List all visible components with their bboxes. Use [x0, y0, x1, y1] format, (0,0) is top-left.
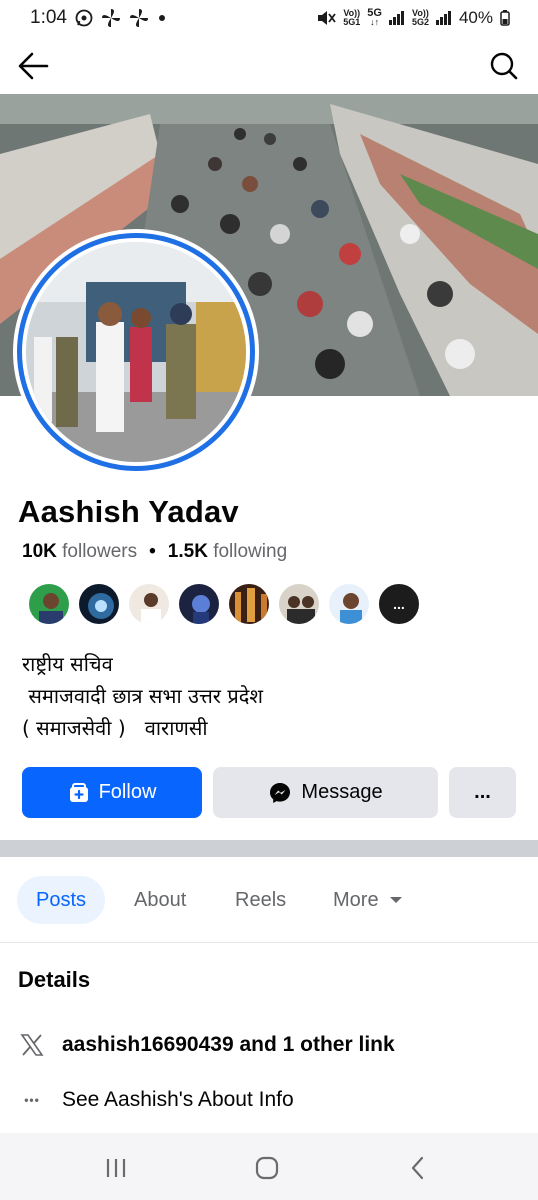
x-twitter-icon: [18, 1030, 46, 1060]
back-button[interactable]: [14, 46, 54, 86]
recents-button[interactable]: [101, 1153, 131, 1183]
follow-label: Follow: [98, 781, 157, 803]
friend-avatar[interactable]: [177, 582, 221, 626]
see-about-info-text: See Aashish's About Info: [62, 1088, 294, 1111]
volte-icon: Vo)) 5G1: [343, 9, 360, 27]
friend-avatar[interactable]: [227, 582, 271, 626]
friend-avatar[interactable]: [27, 582, 71, 626]
friend-avatar[interactable]: [127, 582, 171, 626]
following-link[interactable]: 1.5K following: [168, 541, 287, 563]
status-bar: 1:04 Vo)) 5G1 5G ↓↑ Vo)) 5G2 40%: [0, 0, 538, 36]
profile-name: Aashish Yadav: [18, 494, 239, 529]
data-arrows-label: ↓↑: [370, 17, 380, 27]
battery-level: 40%: [458, 8, 493, 27]
section-divider: [0, 840, 538, 857]
followers-link[interactable]: 10K followers: [22, 541, 137, 563]
home-icon: [255, 1156, 279, 1180]
mute-icon: [318, 11, 336, 25]
profile-tabs: Posts About Reels More: [0, 857, 538, 943]
messenger-icon: [270, 782, 291, 803]
profile-avatar[interactable]: [13, 229, 259, 475]
sim1-label: 5G1: [343, 17, 361, 27]
more-friends-label: ...: [393, 596, 405, 612]
tab-about[interactable]: About: [134, 876, 186, 924]
social-links-row[interactable]: aashish16690439 and 1 other link: [18, 1030, 395, 1060]
more-dots-icon: •••: [18, 1085, 46, 1115]
dot-icon: [158, 15, 165, 21]
top-nav: [0, 36, 538, 94]
more-friends-button[interactable]: ...: [377, 582, 421, 626]
pinwheel-icon: [129, 9, 148, 27]
signal-icon: [435, 11, 452, 25]
whatsapp-icon: [75, 9, 93, 27]
avatar-image: [26, 242, 246, 462]
tab-reels[interactable]: Reels: [235, 876, 286, 924]
friend-avatar[interactable]: [277, 582, 321, 626]
signal-icon: [388, 11, 405, 25]
details-heading: Details: [18, 967, 91, 992]
system-back-button[interactable]: [403, 1153, 433, 1183]
5g-icon: 5G ↓↑: [367, 8, 382, 27]
follow-button[interactable]: Follow: [22, 767, 202, 818]
tab-posts[interactable]: Posts: [17, 876, 105, 924]
chevron-left-icon: [411, 1156, 424, 1180]
pinwheel-icon: [101, 9, 120, 27]
see-about-info-row[interactable]: ••• See Aashish's About Info: [18, 1085, 294, 1115]
message-label: Message: [301, 781, 383, 803]
mutual-friends-row[interactable]: ...: [27, 582, 421, 626]
stats-separator: •: [149, 541, 156, 562]
more-options-button[interactable]: ...: [449, 767, 516, 818]
tab-more[interactable]: More: [333, 876, 403, 924]
friend-avatar[interactable]: [327, 582, 371, 626]
battery-icon: [500, 10, 510, 26]
system-nav-bar: [0, 1133, 538, 1200]
search-icon: [490, 52, 518, 80]
home-button[interactable]: [252, 1153, 282, 1183]
bio-line: ( समाजसेवी ) वाराणसी: [22, 716, 208, 740]
follow-stats: 10K followers • 1.5K following: [22, 541, 287, 563]
bio-line: राष्ट्रीय सचिव: [22, 652, 113, 676]
more-options-label: ...: [474, 781, 491, 803]
arrow-left-icon: [18, 52, 49, 80]
search-button[interactable]: [484, 46, 524, 86]
avatar-story-ring: [17, 233, 255, 471]
profile-actions: Follow Message ...: [22, 767, 516, 819]
status-time: 1:04: [30, 7, 67, 28]
tab-more-label: More: [333, 888, 379, 911]
following-label: following: [213, 541, 288, 562]
add-friend-icon: [69, 782, 88, 802]
followers-label: followers: [62, 541, 138, 562]
friend-avatar[interactable]: [77, 582, 121, 626]
social-links-text: aashish16690439 and 1 other link: [62, 1033, 395, 1056]
following-count: 1.5K: [167, 541, 208, 562]
bio-line: समाजवादी छात्र सभा उत्तर प्रदेश: [22, 684, 263, 708]
volte-icon: Vo)) 5G2: [412, 9, 429, 27]
profile-bio: राष्ट्रीय सचिव समाजवादी छात्र सभा उत्तर …: [22, 648, 263, 744]
message-button[interactable]: Message: [213, 767, 438, 818]
caret-down-icon: [389, 897, 402, 903]
recents-icon: [106, 1159, 126, 1177]
sim2-label: 5G2: [411, 17, 429, 27]
more-dots-glyph: •••: [24, 1093, 40, 1107]
followers-count: 10K: [22, 541, 57, 562]
